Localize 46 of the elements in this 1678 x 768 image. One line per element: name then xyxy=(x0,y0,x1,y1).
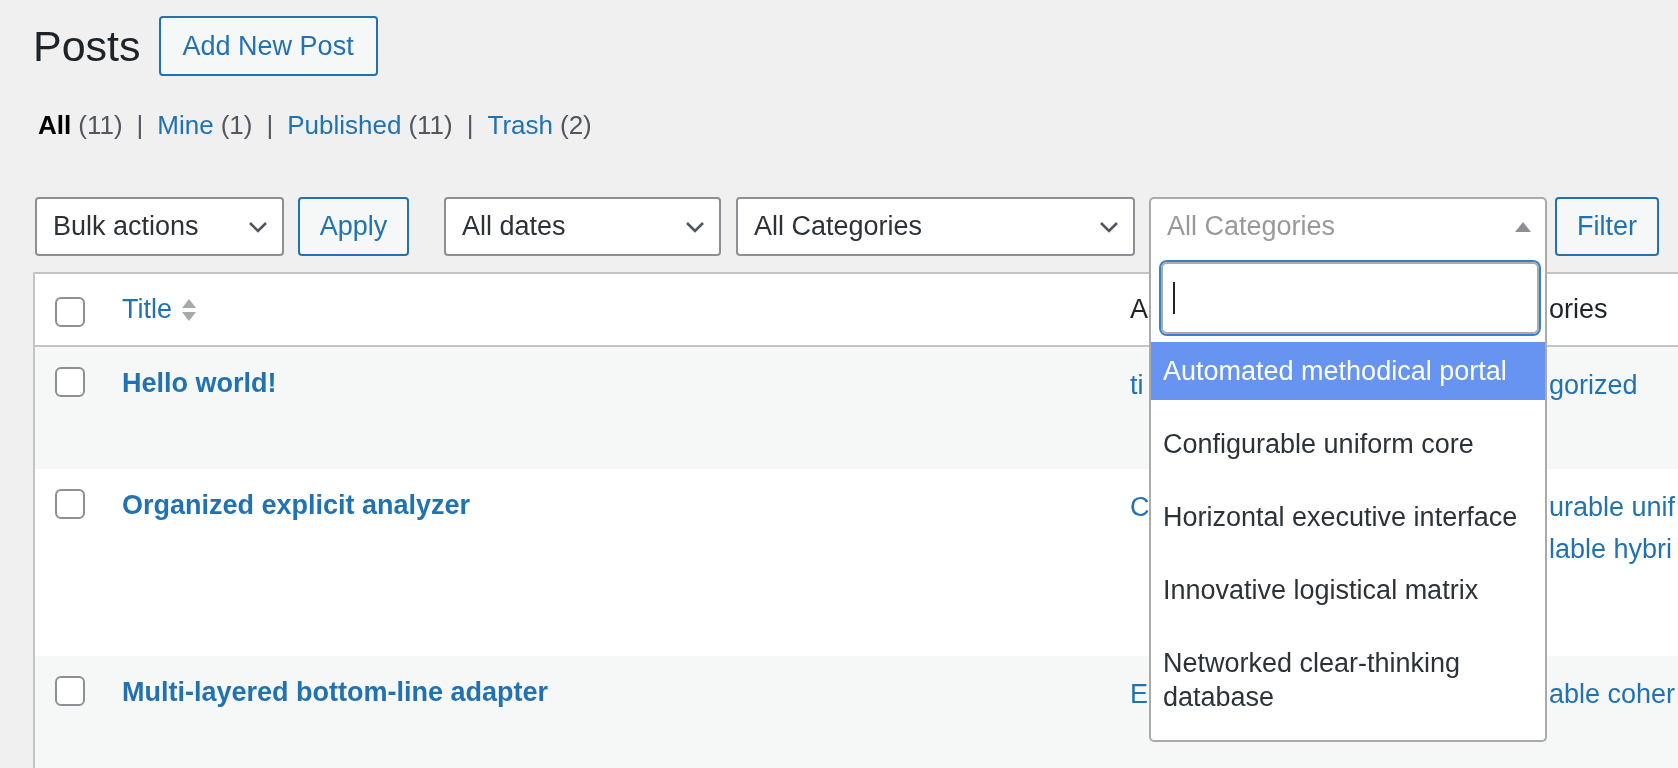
filter-button[interactable]: Filter xyxy=(1555,197,1659,256)
post-title-link[interactable]: Hello world! xyxy=(122,367,277,399)
row-checkbox[interactable] xyxy=(55,489,85,519)
view-count: (1) xyxy=(220,110,253,141)
separator: | xyxy=(466,110,474,141)
row-checkbox[interactable] xyxy=(55,676,85,706)
view-count: (2) xyxy=(560,110,592,141)
column-header: A xyxy=(1130,294,1148,324)
post-title-link[interactable]: Organized explicit analyzer xyxy=(122,489,471,521)
current-view-label: All xyxy=(38,110,72,141)
dropdown-option[interactable]: Automated methodical portal xyxy=(1151,342,1545,400)
page-title: Posts xyxy=(33,21,141,71)
select-all-checkbox[interactable] xyxy=(55,296,85,327)
search-field[interactable] xyxy=(1161,262,1539,334)
bulk-actions-select[interactable]: Bulk actions xyxy=(35,197,284,256)
chevron-down-icon xyxy=(685,220,705,233)
dropdown-option[interactable]: Configurable uniform core xyxy=(1151,415,1545,473)
separator: | xyxy=(266,110,274,141)
view-link[interactable]: Mine xyxy=(157,110,214,141)
dropdown-option[interactable]: Horizontal executive interface xyxy=(1151,488,1545,546)
chevron-down-icon xyxy=(248,220,268,233)
category-combobox[interactable]: All Categories xyxy=(1149,197,1547,256)
triangle-up-icon xyxy=(1515,221,1531,232)
category-filter-select[interactable]: All Categories xyxy=(736,197,1135,256)
add-new-post-button[interactable]: Add New Post xyxy=(158,16,378,76)
row-checkbox[interactable] xyxy=(55,367,85,397)
category-link[interactable]: urable unif xyxy=(1549,489,1678,525)
apply-button[interactable]: Apply xyxy=(298,197,409,256)
chevron-down-icon xyxy=(1099,220,1119,233)
view-link[interactable]: Trash xyxy=(487,110,553,141)
date-filter-select[interactable]: All dates xyxy=(444,197,721,256)
author-link[interactable]: ti xyxy=(1130,370,1144,400)
post-title-link[interactable]: Multi-layered bottom-line adapter xyxy=(122,676,549,708)
view-count: (11) xyxy=(408,110,453,141)
category-link[interactable]: gorized xyxy=(1549,367,1678,403)
view-count: (11) xyxy=(78,110,123,141)
column-header: ories xyxy=(1549,294,1609,325)
category-link[interactable]: lable hybri xyxy=(1549,531,1678,567)
view-link[interactable]: Published xyxy=(287,110,402,141)
author-link[interactable]: E xyxy=(1130,679,1148,709)
author-link[interactable]: C xyxy=(1130,492,1150,522)
title-column-header[interactable]: Title xyxy=(122,294,172,325)
category-link[interactable]: able coher xyxy=(1549,676,1678,712)
dropdown-option[interactable]: Networked clear-thinking database xyxy=(1151,634,1545,726)
dropdown-option[interactable]: Innovative logistical matrix xyxy=(1151,561,1545,619)
separator: | xyxy=(136,110,144,141)
